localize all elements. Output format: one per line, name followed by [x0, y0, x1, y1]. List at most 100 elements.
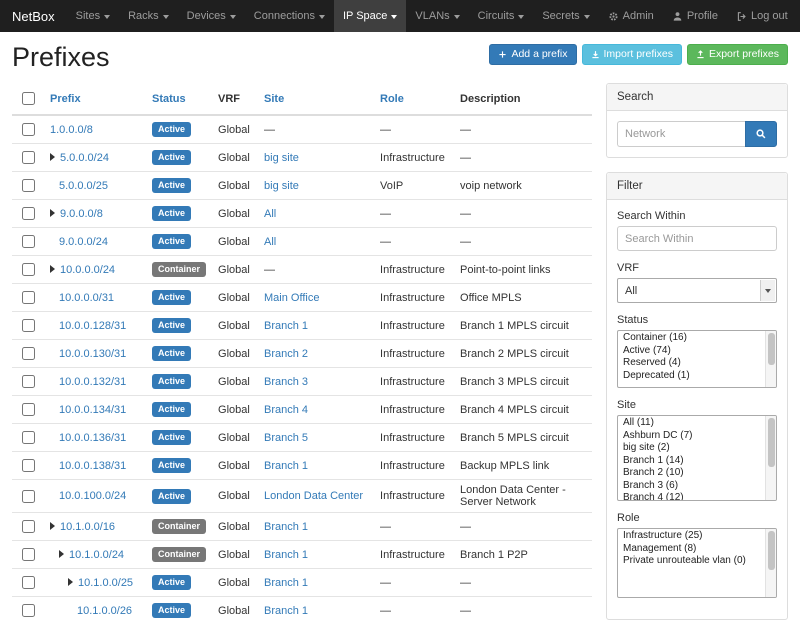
- prefix-link[interactable]: 9.0.0.0/24: [59, 236, 108, 248]
- row-checkbox[interactable]: [22, 291, 35, 304]
- multiselect-option[interactable]: Deprecated (1): [618, 370, 765, 383]
- site-link[interactable]: Branch 1: [264, 320, 308, 332]
- nav-item-logout[interactable]: Log out: [727, 0, 797, 32]
- site-link[interactable]: big site: [264, 152, 299, 164]
- scrollbar[interactable]: [765, 416, 776, 500]
- multiselect-option[interactable]: Branch 3 (6): [618, 480, 765, 493]
- nav-item-connections[interactable]: Connections: [245, 0, 334, 32]
- nav-item-vlans[interactable]: VLANs: [406, 0, 468, 32]
- nav-item-admin[interactable]: Admin: [599, 0, 663, 32]
- site-link[interactable]: Branch 2: [264, 348, 308, 360]
- filter-select-vrf[interactable]: All: [617, 278, 777, 303]
- nav-item-circuits[interactable]: Circuits: [469, 0, 534, 32]
- row-checkbox[interactable]: [22, 151, 35, 164]
- prefix-link[interactable]: 10.0.0.128/31: [59, 320, 126, 332]
- site-link[interactable]: Branch 1: [264, 460, 308, 472]
- prefix-link[interactable]: 10.1.0.0/16: [60, 521, 115, 533]
- row-checkbox[interactable]: [22, 123, 35, 136]
- expand-caret-icon[interactable]: [50, 522, 55, 530]
- site-link[interactable]: Branch 1: [264, 577, 308, 589]
- site-link[interactable]: All: [264, 208, 276, 220]
- row-checkbox[interactable]: [22, 431, 35, 444]
- row-checkbox[interactable]: [22, 548, 35, 561]
- prefix-link[interactable]: 10.0.0.134/31: [59, 404, 126, 416]
- column-header-site[interactable]: Site: [258, 83, 374, 115]
- multiselect-option[interactable]: big site (2): [618, 442, 765, 455]
- filter-input-search-within[interactable]: [617, 226, 777, 251]
- prefix-link[interactable]: 5.0.0.0/24: [60, 152, 109, 164]
- site-link[interactable]: big site: [264, 180, 299, 192]
- site-link[interactable]: London Data Center: [264, 490, 363, 502]
- row-checkbox[interactable]: [22, 520, 35, 533]
- prefix-link[interactable]: 10.0.0.138/31: [59, 460, 126, 472]
- nav-item-sites[interactable]: Sites: [67, 0, 119, 32]
- multiselect-option[interactable]: Reserved (4): [618, 357, 765, 370]
- nav-item-profile[interactable]: Profile: [663, 0, 727, 32]
- prefix-link[interactable]: 10.0.0.0/31: [59, 292, 114, 304]
- site-link[interactable]: Branch 3: [264, 376, 308, 388]
- prefix-link[interactable]: 10.1.0.0/26: [77, 605, 132, 617]
- multiselect-option[interactable]: Ashburn DC (7): [618, 430, 765, 443]
- multiselect-option[interactable]: Branch 2 (10): [618, 467, 765, 480]
- prefix-link[interactable]: 10.0.0.132/31: [59, 376, 126, 388]
- column-header-status[interactable]: Status: [146, 83, 212, 115]
- prefix-link[interactable]: 10.0.0.130/31: [59, 348, 126, 360]
- expand-caret-icon[interactable]: [50, 265, 55, 273]
- scrollbar[interactable]: [765, 529, 776, 597]
- search-input[interactable]: [617, 121, 745, 147]
- nav-item-racks[interactable]: Racks: [119, 0, 178, 32]
- row-checkbox[interactable]: [22, 347, 35, 360]
- row-checkbox[interactable]: [22, 459, 35, 472]
- expand-caret-icon[interactable]: [68, 578, 73, 586]
- nav-item-devices[interactable]: Devices: [178, 0, 245, 32]
- select-all-checkbox[interactable]: [22, 92, 35, 105]
- nav-item-ip-space[interactable]: IP Space: [334, 0, 406, 32]
- row-checkbox[interactable]: [22, 207, 35, 220]
- import-prefixes-button[interactable]: Import prefixes: [582, 44, 682, 65]
- column-header-prefix[interactable]: Prefix: [44, 83, 146, 115]
- row-checkbox[interactable]: [22, 319, 35, 332]
- multiselect-option[interactable]: All (11): [618, 417, 765, 430]
- multiselect-option[interactable]: Private unrouteable vlan (0): [618, 555, 765, 568]
- row-checkbox[interactable]: [22, 263, 35, 276]
- add-prefix-button[interactable]: Add a prefix: [489, 44, 576, 65]
- prefix-link[interactable]: 5.0.0.0/25: [59, 180, 108, 192]
- export-prefixes-button[interactable]: Export prefixes: [687, 44, 788, 65]
- row-checkbox[interactable]: [22, 490, 35, 503]
- multiselect-option[interactable]: Branch 1 (14): [618, 455, 765, 468]
- expand-caret-icon[interactable]: [59, 550, 64, 558]
- row-checkbox[interactable]: [22, 576, 35, 589]
- nav-item-secrets[interactable]: Secrets: [533, 0, 598, 32]
- search-button[interactable]: [745, 121, 777, 147]
- prefix-link[interactable]: 10.0.100.0/24: [59, 490, 126, 502]
- prefix-link[interactable]: 1.0.0.0/8: [50, 124, 93, 136]
- prefix-link[interactable]: 10.0.0.136/31: [59, 432, 126, 444]
- multiselect-option[interactable]: Active (74): [618, 345, 765, 358]
- filter-multiselect-status[interactable]: Container (16)Active (74)Reserved (4)Dep…: [617, 330, 777, 388]
- prefix-link[interactable]: 9.0.0.0/8: [60, 208, 103, 220]
- site-link[interactable]: Branch 1: [264, 549, 308, 561]
- row-checkbox[interactable]: [22, 403, 35, 416]
- row-checkbox[interactable]: [22, 375, 35, 388]
- expand-caret-icon[interactable]: [50, 209, 55, 217]
- site-link[interactable]: Branch 1: [264, 605, 308, 617]
- filter-multiselect-site[interactable]: All (11)Ashburn DC (7)big site (2)Branch…: [617, 415, 777, 501]
- site-link[interactable]: All: [264, 236, 276, 248]
- column-header-role[interactable]: Role: [374, 83, 454, 115]
- brand-logo[interactable]: NetBox: [8, 0, 67, 32]
- multiselect-option[interactable]: Branch 4 (12): [618, 492, 765, 501]
- expand-caret-icon[interactable]: [50, 153, 55, 161]
- row-checkbox[interactable]: [22, 604, 35, 617]
- filter-multiselect-role[interactable]: Infrastructure (25)Management (8)Private…: [617, 528, 777, 598]
- site-link[interactable]: Branch 1: [264, 521, 308, 533]
- scrollbar[interactable]: [765, 331, 776, 387]
- prefix-link[interactable]: 10.1.0.0/24: [69, 549, 124, 561]
- site-link[interactable]: Branch 5: [264, 432, 308, 444]
- row-checkbox[interactable]: [22, 235, 35, 248]
- prefix-link[interactable]: 10.0.0.0/24: [60, 264, 115, 276]
- row-checkbox[interactable]: [22, 179, 35, 192]
- multiselect-option[interactable]: Management (8): [618, 543, 765, 556]
- prefix-link[interactable]: 10.1.0.0/25: [78, 577, 133, 589]
- site-link[interactable]: Branch 4: [264, 404, 308, 416]
- multiselect-option[interactable]: Container (16): [618, 332, 765, 345]
